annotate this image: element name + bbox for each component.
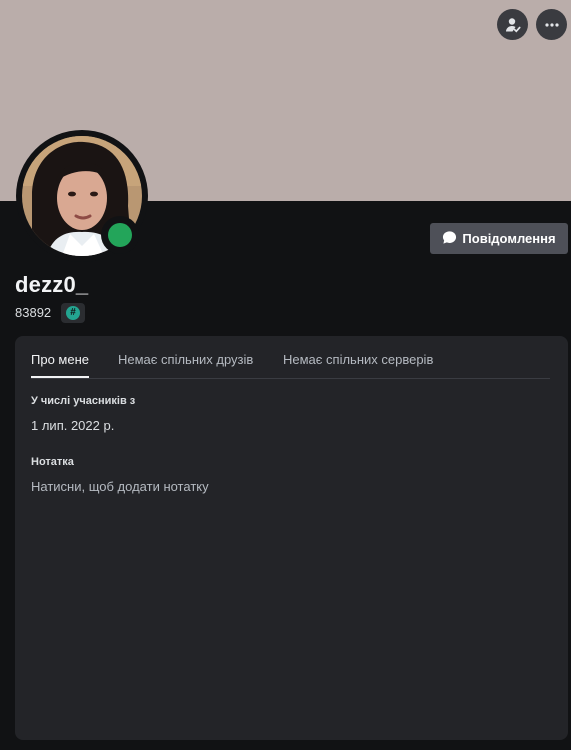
tab-mutual-friends[interactable]: Немає спільних друзів bbox=[118, 352, 253, 367]
profile-info-panel: Про мене Немає спільних друзів Немає спі… bbox=[15, 336, 568, 740]
online-status-icon bbox=[108, 223, 132, 247]
add-friend-icon bbox=[505, 17, 521, 33]
tab-about-me[interactable]: Про мене bbox=[31, 352, 89, 378]
note-title: Нотатка bbox=[31, 456, 74, 468]
message-bubble-icon bbox=[442, 230, 457, 248]
more-options-icon bbox=[544, 17, 560, 33]
more-options-button[interactable] bbox=[536, 9, 567, 40]
username: dezz0_ bbox=[15, 272, 89, 297]
profile-tabs: Про мене Немає спільних друзів Немає спі… bbox=[31, 336, 550, 379]
member-since-value: 1 лип. 2022 р. bbox=[31, 418, 115, 433]
tab-mutual-servers[interactable]: Немає спільних серверів bbox=[283, 352, 433, 367]
message-button[interactable]: Повідомлення bbox=[430, 223, 568, 254]
note-input[interactable]: Натисни, щоб додати нотатку bbox=[31, 479, 209, 494]
add-friend-button[interactable] bbox=[497, 9, 528, 40]
hash-badge[interactable]: # bbox=[61, 303, 85, 323]
message-button-label: Повідомлення bbox=[462, 231, 556, 246]
hashtag-icon: # bbox=[66, 306, 80, 320]
user-tag: 83892 bbox=[15, 305, 52, 320]
member-since-title: У числі учасників з bbox=[31, 395, 136, 407]
